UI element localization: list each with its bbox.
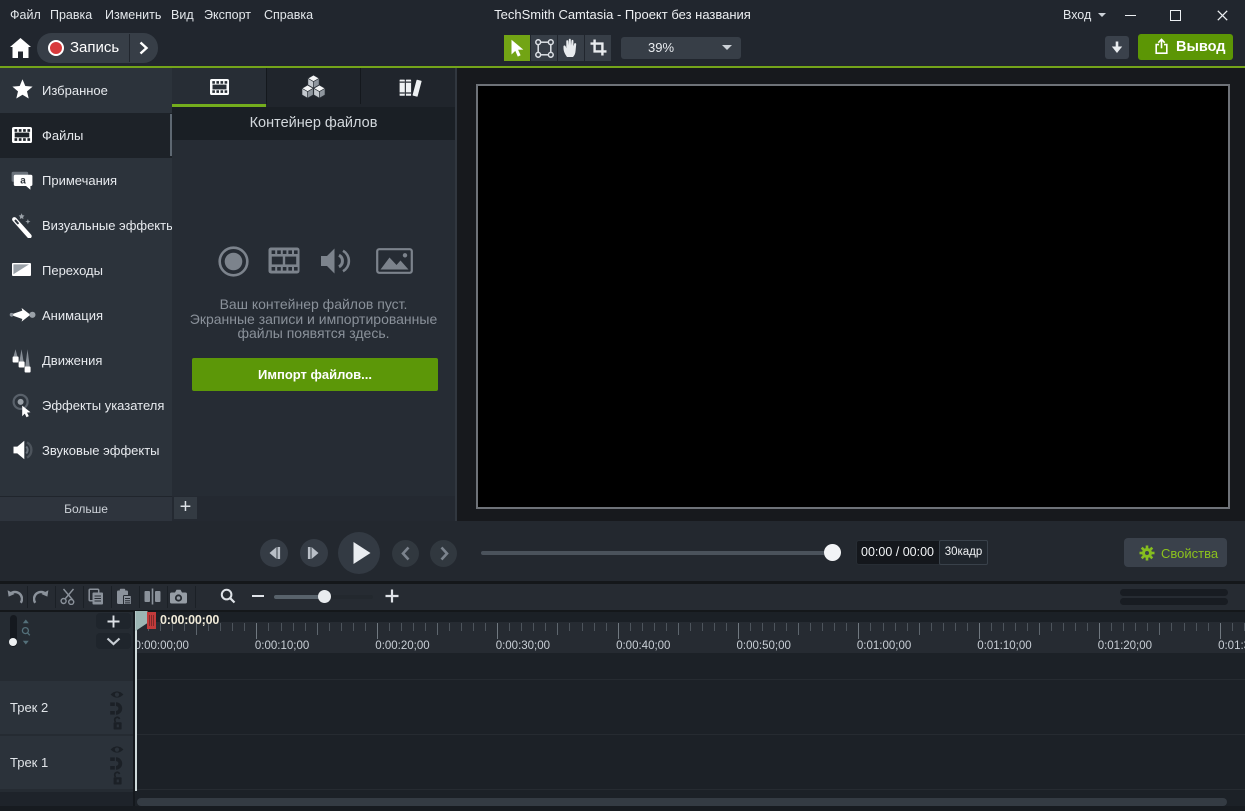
svg-text:a: a [20,175,26,186]
